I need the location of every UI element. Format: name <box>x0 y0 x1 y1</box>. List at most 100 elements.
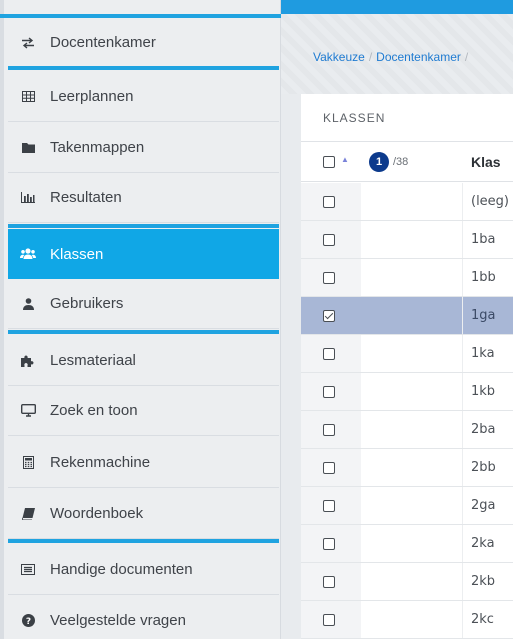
sidebar-item-takenmappen[interactable]: Takenmappen <box>8 123 279 173</box>
klas-cell: 1ga <box>471 308 496 323</box>
table-row[interactable]: 2bb <box>301 449 513 487</box>
row-select-cell <box>301 601 361 638</box>
table-row[interactable]: 2ga <box>301 487 513 525</box>
klas-cell: 2kb <box>471 574 496 589</box>
table-row[interactable]: 1kb <box>301 373 513 411</box>
row-select-cell <box>301 563 361 600</box>
sidebar-item-label: Klassen <box>50 245 104 263</box>
sidebar-item-label: Lesmateriaal <box>50 352 136 369</box>
row-checkbox[interactable] <box>323 271 335 284</box>
sidebar-item-handige-documenten[interactable]: Handige documenten <box>8 545 279 595</box>
row-select-cell <box>301 411 361 448</box>
monitor-icon <box>20 403 36 419</box>
row-spacer-cell <box>361 221 463 258</box>
row-spacer-cell <box>361 335 463 372</box>
divider <box>8 330 279 334</box>
sidebar-item-label: Rekenmachine <box>50 454 151 471</box>
row-select-cell <box>301 259 361 296</box>
select-all-checkbox[interactable] <box>323 156 335 168</box>
breadcrumb-link-vakkeuze[interactable]: Vakkeuze <box>313 50 365 64</box>
klas-cell: 1ka <box>471 346 495 361</box>
klas-cell: 1bb <box>471 270 496 285</box>
sidebar-item-lesmateriaal[interactable]: Lesmateriaal <box>8 336 279 386</box>
row-select-cell <box>301 297 361 334</box>
grid-table-icon <box>20 89 36 105</box>
sort-up-icon[interactable]: ▲ <box>341 155 349 164</box>
sidebar-item-label: Resultaten <box>50 189 122 206</box>
row-checkbox[interactable] <box>323 347 335 360</box>
table-row[interactable]: 1ga <box>301 297 513 335</box>
sidebar-item-woordenboek[interactable]: Woordenboek <box>8 489 279 539</box>
column-header-klas[interactable]: Klas <box>463 142 513 182</box>
row-checkbox[interactable] <box>323 309 335 322</box>
klas-cell: (leeg) <box>471 194 510 209</box>
row-spacer-cell <box>361 563 463 600</box>
sidebar-item-label: Leerplannen <box>50 88 134 105</box>
sidebar-item-label: Veelgestelde vragen <box>50 612 186 629</box>
row-checkbox[interactable] <box>323 233 335 246</box>
table-row[interactable]: 2ka <box>301 525 513 563</box>
row-spacer-cell <box>361 259 463 296</box>
sidebar-item-label: Gebruikers <box>50 295 124 312</box>
divider <box>8 66 279 70</box>
row-checkbox[interactable] <box>323 575 335 588</box>
breadcrumb-separator: / <box>464 50 469 64</box>
row-select-cell <box>301 525 361 562</box>
sidebar-item-leerplannen[interactable]: Leerplannen <box>8 72 279 122</box>
klas-cell: 2kc <box>471 612 494 627</box>
users-icon <box>20 246 36 262</box>
klas-cell: 2ga <box>471 498 496 513</box>
sidebar-item-zoek-en-toon[interactable]: Zoek en toon <box>8 386 279 436</box>
bar-chart-icon <box>20 190 36 206</box>
row-select-cell <box>301 335 361 372</box>
row-spacer-cell <box>361 601 463 638</box>
sidebar-item-klassen[interactable]: Klassen <box>8 229 279 279</box>
row-checkbox[interactable] <box>323 461 335 474</box>
question-circle-icon: ? <box>20 613 36 629</box>
selection-count: 1 /38 <box>361 142 463 182</box>
sidebar-item-rekenmachine[interactable]: Rekenmachine <box>8 438 279 488</box>
sidebar-item-label: Zoek en toon <box>50 402 138 419</box>
select-all-cell: ▲ <box>301 142 361 182</box>
folder-icon <box>20 140 36 156</box>
table-header: ▲ 1 /38 Klas <box>301 142 513 182</box>
row-checkbox[interactable] <box>323 385 335 398</box>
total-count: /38 <box>393 156 409 168</box>
table-row[interactable]: 2kb <box>301 563 513 601</box>
row-spacer-cell <box>361 449 463 486</box>
row-checkbox[interactable] <box>323 537 335 550</box>
user-icon <box>20 296 36 312</box>
table-row[interactable]: 2kc <box>301 601 513 639</box>
row-checkbox[interactable] <box>323 499 335 512</box>
breadcrumb-separator: / <box>368 50 373 64</box>
row-checkbox[interactable] <box>323 613 335 626</box>
top-bar <box>281 0 513 14</box>
calculator-icon <box>20 455 36 471</box>
puzzle-icon <box>20 353 36 369</box>
klas-cell: 2bb <box>471 460 496 475</box>
row-select-cell <box>301 449 361 486</box>
sidebar-item-resultaten[interactable]: Resultaten <box>8 173 279 223</box>
table-row[interactable]: 1ba <box>301 221 513 259</box>
row-checkbox[interactable] <box>323 195 335 208</box>
row-spacer-cell <box>361 525 463 562</box>
table-row[interactable]: (leeg) <box>301 183 513 221</box>
table-row[interactable]: 1bb <box>301 259 513 297</box>
klas-cell: 1ba <box>471 232 496 247</box>
swap-arrows-icon <box>20 35 36 51</box>
sidebar-item-label: Docentenkamer <box>50 34 156 51</box>
breadcrumb-link-docentenkamer[interactable]: Docentenkamer <box>376 50 461 64</box>
row-select-cell <box>301 221 361 258</box>
row-spacer-cell <box>361 487 463 524</box>
divider <box>8 539 279 543</box>
sidebar-item-gebruikers[interactable]: Gebruikers <box>8 279 279 329</box>
selected-count-badge: 1 <box>369 152 389 172</box>
svg-text:?: ? <box>25 617 30 627</box>
row-checkbox[interactable] <box>323 423 335 436</box>
row-spacer-cell <box>361 183 463 220</box>
table-row[interactable]: 2ba <box>301 411 513 449</box>
klas-cell: 2ba <box>471 422 496 437</box>
table-row[interactable]: 1ka <box>301 335 513 373</box>
sidebar-item-veelgestelde-vragen[interactable]: ? Veelgestelde vragen <box>8 596 279 639</box>
sidebar-item-docentenkamer[interactable]: Docentenkamer <box>8 18 279 68</box>
